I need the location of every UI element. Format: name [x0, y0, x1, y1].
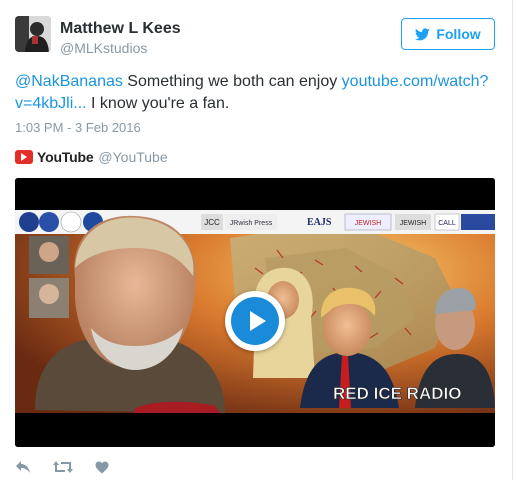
card-source-handle: @YouTube — [98, 149, 168, 165]
banner-text-1: JCC — [204, 218, 220, 227]
tweet-text-part1: Something we both can enjoy — [122, 73, 342, 90]
banner-text-5: JRwish Press — [230, 220, 273, 227]
tweet-actions — [15, 458, 109, 476]
retweet-icon[interactable] — [53, 460, 73, 474]
tweet-text-part2: I know you're a fan. — [86, 95, 230, 112]
author-name[interactable]: Matthew L Kees — [60, 20, 181, 38]
banner-text-4: JEWISH — [400, 220, 426, 227]
video-player[interactable]: JCC JRwish Press EAJS JEWISH JEWISH CALL… — [15, 178, 495, 447]
author-handle[interactable]: @MLKstudios — [60, 40, 147, 56]
reply-icon[interactable] — [15, 460, 31, 474]
tweet-text: @NakBananas Something we both can enjoy … — [15, 71, 499, 115]
follow-label: Follow — [436, 26, 481, 42]
tweet-timestamp[interactable]: 1:03 PM - 3 Feb 2016 — [15, 120, 141, 135]
twitter-bird-icon — [415, 27, 431, 40]
right-border — [512, 0, 513, 480]
card-source-name: YouTube — [37, 149, 94, 165]
mention-link[interactable]: @NakBananas — [15, 73, 123, 90]
tweet-header: Matthew L Kees @MLKstudios Follow — [15, 14, 495, 62]
card-source[interactable]: YouTube @YouTube — [15, 148, 168, 166]
youtube-link-line1[interactable]: youtube.com/watch? — [342, 73, 489, 90]
heart-icon[interactable] — [95, 461, 109, 474]
banner-text-6: CALL — [438, 220, 456, 227]
banner-text-3: JEWISH — [355, 220, 381, 227]
play-button-icon[interactable] — [225, 291, 285, 351]
youtube-logo-icon — [15, 150, 33, 164]
follow-button[interactable]: Follow — [401, 18, 495, 50]
youtube-link-line2[interactable]: v=4kbJli... — [15, 95, 87, 112]
author-avatar[interactable] — [15, 16, 51, 52]
banner-text-2: EAJS — [307, 217, 332, 228]
video-watermark: RED ICE RADIO — [333, 384, 461, 403]
